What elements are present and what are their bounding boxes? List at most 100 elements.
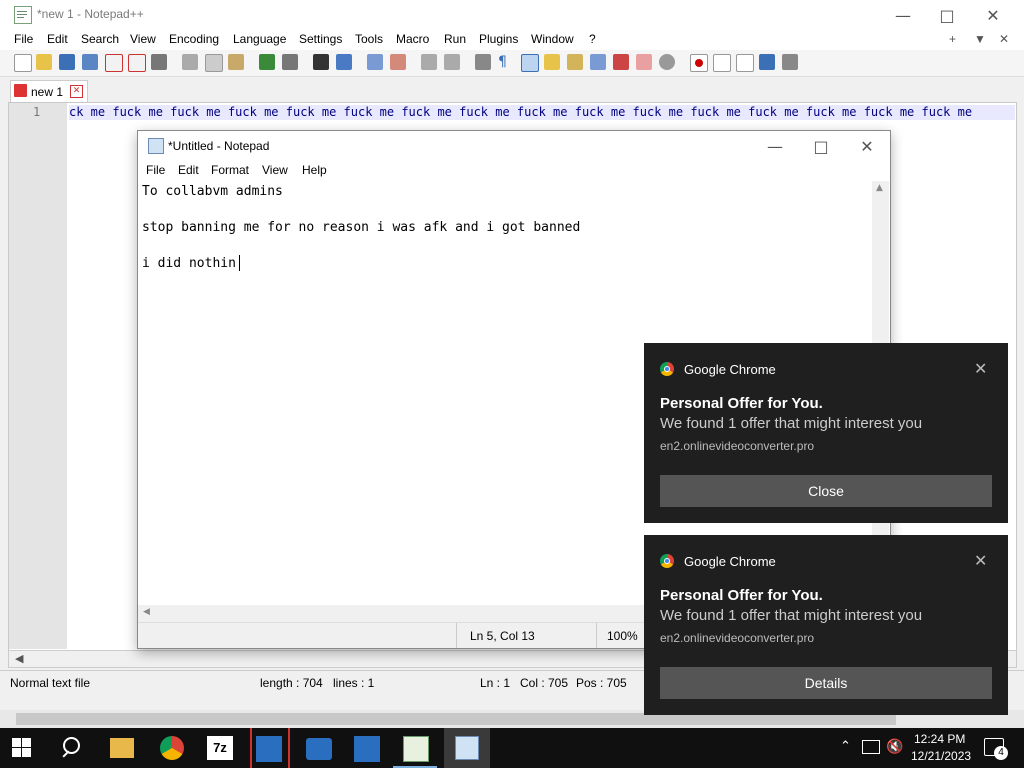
app-v-icon-2[interactable]	[354, 736, 380, 762]
notepadpp-close-button[interactable]: ✕	[970, 0, 1016, 30]
npp-menu-window[interactable]: Window	[531, 32, 574, 46]
notepad-minimize-button[interactable]: —	[752, 131, 798, 161]
play-macro-icon[interactable]	[736, 54, 754, 72]
chrome-notification[interactable]: Google Chrome ✕ Personal Offer for You. …	[644, 535, 1008, 715]
user-lang-icon[interactable]	[544, 54, 560, 70]
notepad-maximize-button[interactable]: □	[798, 131, 844, 161]
clock-time[interactable]: 12:24 PM	[914, 732, 965, 746]
np-menu-edit[interactable]: Edit	[178, 163, 199, 177]
npp-tab-list-icon[interactable]: ▼	[974, 32, 986, 46]
npp-menu-tools[interactable]: Tools	[355, 32, 383, 46]
cut-icon[interactable]	[182, 54, 198, 70]
np-menu-view[interactable]: View	[262, 163, 288, 177]
search-icon[interactable]	[60, 736, 84, 760]
sync-horizontal-icon[interactable]	[444, 54, 460, 70]
record-macro-icon[interactable]	[690, 54, 708, 72]
media-player-icon[interactable]	[306, 738, 332, 760]
open-file-icon[interactable]	[36, 54, 52, 70]
sync-vertical-icon[interactable]	[421, 54, 437, 70]
notification-app: Google Chrome	[684, 362, 776, 377]
doc-map-icon[interactable]	[567, 54, 583, 70]
npp-menu-plugins[interactable]: Plugins	[479, 32, 518, 46]
close-all-icon[interactable]	[128, 54, 146, 72]
notepad-menu-bar: File Edit Format View Help	[138, 161, 890, 181]
npp-menu-search[interactable]: Search	[81, 32, 119, 46]
npp-menu-language[interactable]: Language	[233, 32, 286, 46]
stop-macro-icon[interactable]	[713, 54, 731, 72]
scroll-left-icon[interactable]: ◀	[143, 607, 150, 617]
run-macro-multiple-icon[interactable]	[759, 54, 775, 70]
tab-label: new 1	[31, 85, 64, 99]
np-menu-help[interactable]: Help	[302, 163, 327, 177]
undo-icon[interactable]	[259, 54, 275, 70]
np-menu-file[interactable]: File	[146, 163, 165, 177]
npp-menu-encoding[interactable]: Encoding	[169, 32, 219, 46]
indent-guide-icon[interactable]	[521, 54, 539, 72]
redo-icon[interactable]	[282, 54, 298, 70]
chrome-icon	[660, 554, 674, 568]
word-wrap-icon[interactable]	[475, 54, 491, 70]
editor-line-1[interactable]: ck me fuck me fuck me fuck me fuck me fu…	[69, 105, 1015, 120]
notepadpp-minimize-button[interactable]: —	[880, 0, 926, 30]
find-icon[interactable]	[313, 54, 329, 70]
scroll-left-icon[interactable]: ◀	[15, 652, 23, 665]
zoom-in-icon[interactable]	[367, 54, 383, 70]
notification-count-badge: 4	[994, 746, 1008, 760]
show-hidden-icons-icon[interactable]: ⌃	[840, 738, 851, 754]
notepadpp-maximize-button[interactable]: □	[924, 0, 970, 30]
notification-title: Personal Offer for You.	[660, 587, 823, 604]
npp-menu-edit[interactable]: Edit	[47, 32, 68, 46]
notification-details-button[interactable]: Details	[660, 667, 992, 699]
copy-icon[interactable]	[205, 54, 223, 72]
save-all-icon[interactable]	[82, 54, 98, 70]
print-icon[interactable]	[151, 54, 167, 70]
npp-menu-view[interactable]: View	[130, 32, 156, 46]
function-list-icon[interactable]	[613, 54, 629, 70]
npp-menu-run[interactable]: Run	[444, 32, 466, 46]
close-file-icon[interactable]	[105, 54, 123, 72]
file-explorer-icon[interactable]	[110, 738, 134, 758]
npp-menu-settings[interactable]: Settings	[299, 32, 342, 46]
network-icon[interactable]	[862, 740, 880, 754]
unsaved-file-icon	[14, 84, 27, 97]
status-length: length : 704	[260, 676, 323, 690]
show-all-chars-icon[interactable]: ¶	[498, 54, 514, 70]
npp-close-doc-icon[interactable]: ✕	[999, 32, 1009, 46]
scroll-up-icon[interactable]: ▲	[876, 183, 883, 193]
monitoring-icon[interactable]	[659, 54, 675, 70]
zoom-out-icon[interactable]	[390, 54, 406, 70]
chrome-taskbar-icon[interactable]	[160, 736, 184, 760]
tab-new1[interactable]: new 1 ✕	[10, 80, 88, 102]
npp-add-tab-icon[interactable]: +	[949, 32, 956, 46]
notepadpp-tab-bar	[0, 78, 1024, 102]
replace-icon[interactable]	[336, 54, 352, 70]
clock-date[interactable]: 12/21/2023	[911, 749, 971, 763]
npp-menu-file[interactable]: File	[14, 32, 33, 46]
windows-start-icon[interactable]	[12, 738, 32, 758]
np-menu-format[interactable]: Format	[211, 163, 249, 177]
save-icon[interactable]	[59, 54, 75, 70]
notepad-close-button[interactable]: ✕	[844, 131, 890, 161]
notepadpp-menu-bar: File Edit Search View Encoding Language …	[0, 30, 1024, 50]
notepadpp-taskbar-icon[interactable]	[403, 736, 429, 762]
chrome-notification[interactable]: Google Chrome ✕ Personal Offer for You. …	[644, 343, 1008, 523]
doc-list-icon[interactable]	[590, 54, 606, 70]
npp-menu-help[interactable]: ?	[589, 32, 596, 46]
notepad-text-area[interactable]: To collabvm admins stop banning me for n…	[142, 183, 872, 273]
7zip-icon[interactable]: 7z	[207, 736, 233, 760]
paste-icon[interactable]	[228, 54, 244, 70]
volume-muted-icon[interactable]: 🔇	[886, 738, 903, 755]
new-file-icon[interactable]	[14, 54, 32, 72]
tab-close-icon[interactable]: ✕	[70, 85, 83, 98]
npp-menu-macro[interactable]: Macro	[396, 32, 429, 46]
notification-close-icon[interactable]: ✕	[974, 551, 987, 571]
save-macro-icon[interactable]	[782, 54, 798, 70]
notification-close-icon[interactable]: ✕	[974, 359, 987, 379]
notepad-title-bar[interactable]: *Untitled - Notepad — □ ✕	[138, 131, 890, 161]
status-pos: Pos : 705	[576, 676, 627, 690]
folder-workspace-icon[interactable]	[636, 54, 652, 70]
notepad-taskbar-icon[interactable]	[444, 728, 490, 768]
notepadpp-title-bar[interactable]: *new 1 - Notepad++ — □ ✕	[0, 0, 1024, 30]
notification-title: Personal Offer for You.	[660, 395, 823, 412]
notification-close-button[interactable]: Close	[660, 475, 992, 507]
